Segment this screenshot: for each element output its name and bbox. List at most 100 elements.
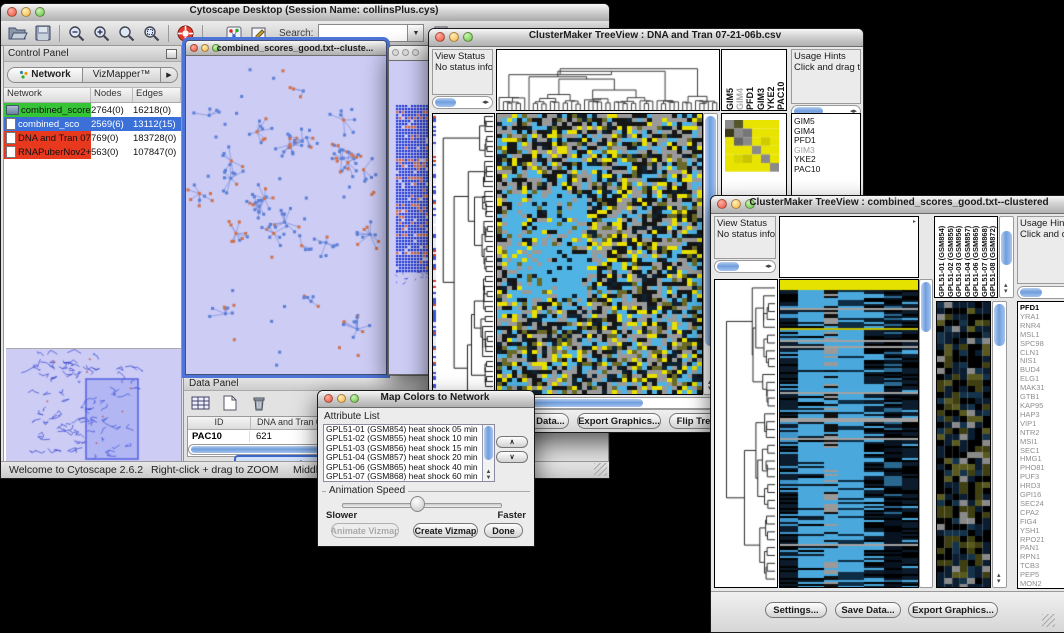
- scroll-thumb[interactable]: [435, 98, 456, 107]
- column-dendrogram-panel[interactable]: [496, 49, 720, 111]
- zoom-selected-icon[interactable]: [139, 23, 164, 44]
- close-button[interactable]: [392, 49, 399, 56]
- nodes-count: 769(0): [91, 133, 133, 144]
- resize-grip[interactable]: [1042, 614, 1055, 627]
- nodes-count: 2764(0): [91, 105, 133, 116]
- save-data---button[interactable]: Save Data...: [835, 602, 901, 618]
- zoom-heatmap: [725, 120, 779, 172]
- zoom-heatmap-panel[interactable]: [936, 301, 991, 588]
- data-panel-title: Data Panel: [189, 378, 238, 389]
- move-down-button[interactable]: ∨: [496, 451, 528, 463]
- resize-grip[interactable]: [594, 463, 607, 476]
- close-button[interactable]: [435, 32, 445, 42]
- zoom-out-icon[interactable]: [64, 23, 89, 44]
- view-status-heading: View Status: [435, 51, 490, 62]
- attribute-item[interactable]: GPL51-07 (GSM868) heat shock 60 min: [324, 472, 494, 481]
- network-overview-thumbnail[interactable]: [6, 348, 181, 463]
- zoom-column-labels: GIM5GIM4PFD1GIM3YKE2PAC10: [721, 49, 787, 111]
- treeview-window-combined: ClusterMaker TreeView : combined_scores_…: [710, 195, 1064, 633]
- scroll-thumb[interactable]: [1001, 231, 1012, 265]
- slider-thumb[interactable]: [410, 496, 425, 512]
- zoom-fit-icon[interactable]: [114, 23, 139, 44]
- search-dropdown-icon[interactable]: ▼: [407, 25, 423, 41]
- close-button[interactable]: [190, 44, 198, 52]
- row-dendrogram-panel[interactable]: [714, 279, 778, 588]
- column-labels-scrollbar[interactable]: ▴▾: [999, 216, 1014, 298]
- scroll-thumb[interactable]: [1020, 288, 1042, 297]
- control-panel-title: Control Panel: [8, 48, 69, 59]
- column-dendrogram: [497, 50, 719, 110]
- delete-icon[interactable]: [248, 394, 270, 412]
- network-canvas[interactable]: [186, 56, 384, 374]
- gene-label-PAC10[interactable]: PAC10: [792, 165, 860, 175]
- export-graphics---button[interactable]: Export Graphics...: [577, 413, 661, 429]
- network-row-combined_sco[interactable]: combined_sco2569(6)13112(15): [4, 117, 181, 131]
- folder-icon: [6, 105, 19, 115]
- move-up-button[interactable]: ∧: [496, 436, 528, 448]
- settings---button[interactable]: Settings...: [765, 602, 827, 618]
- tab-overflow-arrow[interactable]: ▶: [161, 67, 178, 83]
- network-name: RNAPuberNov2+: [18, 147, 91, 158]
- tab-network[interactable]: Network: [7, 67, 83, 83]
- edges-count: 16218(0): [133, 105, 181, 116]
- heatmap-vscrollbar[interactable]: [919, 279, 933, 588]
- dialog-title: Map Colors to Network: [340, 392, 530, 403]
- minimize-button[interactable]: [402, 49, 409, 56]
- scroll-thumb[interactable]: [994, 304, 1005, 346]
- save-icon[interactable]: [30, 23, 55, 44]
- view-status-scrollbar[interactable]: ◂▸: [714, 260, 776, 273]
- view-status-message: No status info t: [717, 229, 773, 240]
- network-table-rows: combined_scores2764(0)16218(0)combined_s…: [4, 103, 181, 159]
- dense-network-canvas[interactable]: [389, 61, 433, 374]
- usage-hints-panel: Usage Hints Click and drag to: [1017, 216, 1064, 284]
- gene-label-MON2[interactable]: MON2: [1018, 580, 1064, 589]
- view-status-panel: View Status No status info f: [432, 49, 493, 95]
- close-button[interactable]: [324, 394, 333, 403]
- dialog-titlebar[interactable]: Map Colors to Network: [318, 391, 534, 408]
- usage-hints-message: Click and drag to: [794, 62, 858, 73]
- network-row-RNAPuberNov2+[interactable]: RNAPuberNov2+563(0)107847(0): [4, 145, 181, 159]
- zoom-in-icon[interactable]: [89, 23, 114, 44]
- usage-hints-scrollbar[interactable]: [1017, 286, 1064, 299]
- column-edges[interactable]: Edges: [133, 88, 181, 102]
- open-file-icon[interactable]: [5, 23, 30, 44]
- zoom-vscrollbar[interactable]: ▴▾: [992, 301, 1007, 588]
- experiment-column-labels: GPL51-01 (GSM854)GPL51-02 (GSM855)GPL51-…: [934, 216, 998, 298]
- treeview2-titlebar[interactable]: ClusterMaker TreeView : combined_scores_…: [711, 196, 1064, 214]
- attribute-list[interactable]: GPL51-01 (GSM854) heat shock 05 minGPL51…: [323, 424, 495, 482]
- column-network[interactable]: Network: [4, 88, 91, 102]
- network-row-combined_scores[interactable]: combined_scores2764(0)16218(0): [4, 103, 181, 117]
- treeview1-titlebar[interactable]: ClusterMaker TreeView : DNA and Tran 07-…: [429, 29, 863, 47]
- global-heatmap-panel[interactable]: [496, 113, 703, 395]
- row-dendrogram-panel[interactable]: [432, 113, 495, 395]
- export-graphics---button[interactable]: Export Graphics...: [908, 602, 998, 618]
- edges-count: 107847(0): [133, 147, 181, 158]
- column-tree-spacer: ▸: [779, 216, 919, 278]
- new-icon[interactable]: [219, 394, 241, 412]
- close-button[interactable]: [7, 7, 17, 17]
- column-label-GIM4: GIM4: [735, 50, 745, 110]
- create-vizmap-button[interactable]: Create Vizmap: [413, 523, 478, 538]
- global-heatmap-panel[interactable]: [779, 279, 919, 588]
- view-status-scrollbar[interactable]: ◂▸: [432, 96, 493, 109]
- zoom-button[interactable]: [412, 49, 419, 56]
- scroll-thumb[interactable]: [921, 282, 931, 332]
- scroll-arrows[interactable]: ▲▼: [484, 469, 493, 481]
- network-view-titlebar[interactable]: combined_scores_good.txt--cluste...: [186, 41, 386, 56]
- gene-list[interactable]: PFD1YRA1RNR4MSL1SPC98CLN1NIS1BUD4ELG1MAK…: [1017, 301, 1064, 589]
- scroll-thumb[interactable]: [484, 426, 493, 460]
- map-colors-dialog: Map Colors to Network Attribute List GPL…: [317, 390, 535, 547]
- table-icon[interactable]: [190, 394, 212, 412]
- attribute-list-scrollbar[interactable]: ▲▼: [482, 425, 494, 481]
- column-id[interactable]: ID: [188, 417, 251, 429]
- usage-hints-heading: Usage Hints: [794, 51, 858, 62]
- scroll-thumb[interactable]: [717, 262, 739, 271]
- float-panel-icon[interactable]: [166, 49, 177, 59]
- main-titlebar[interactable]: Cytoscape Desktop (Session Name: collins…: [1, 4, 609, 22]
- done-button[interactable]: Done: [484, 523, 523, 538]
- network-row-DNA and Tran 07[interactable]: DNA and Tran 07769(0)183728(0): [4, 131, 181, 145]
- close-button[interactable]: [717, 199, 727, 209]
- column-nodes[interactable]: Nodes: [91, 88, 133, 102]
- tab-vizmapper[interactable]: VizMapper™: [83, 67, 161, 83]
- search-input[interactable]: [319, 25, 407, 41]
